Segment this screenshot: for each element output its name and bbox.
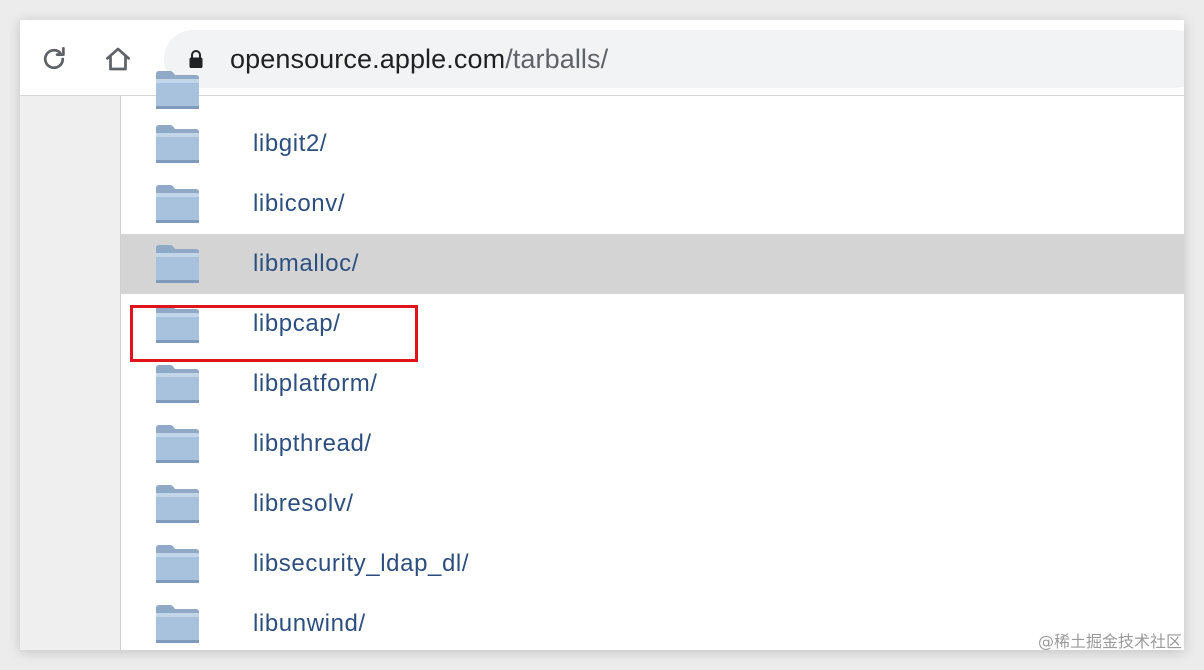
list-item[interactable]: libiconv/ xyxy=(121,174,1184,234)
folder-icon xyxy=(156,425,199,463)
list-item[interactable]: libresolv/ xyxy=(121,474,1184,534)
folder-link[interactable]: libsecurity_ldap_dl/ xyxy=(253,534,469,594)
directory-listing: libgit2/libiconv/libmalloc/libpcap/libpl… xyxy=(121,71,1184,650)
list-item-partial[interactable] xyxy=(121,60,1184,120)
folder-link[interactable]: libiconv/ xyxy=(253,174,345,234)
folder-link[interactable]: libplatform/ xyxy=(253,354,378,414)
folder-link[interactable]: libmalloc/ xyxy=(253,234,359,294)
folder-link[interactable]: libpcap/ xyxy=(253,294,341,354)
folder-icon xyxy=(156,485,199,523)
watermark: @稀土掘金技术社区 xyxy=(1037,632,1182,651)
folder-link[interactable]: libunwind/ xyxy=(253,594,366,650)
list-item[interactable]: libmalloc/ xyxy=(121,234,1184,294)
list-item[interactable]: libsecurity_ldap_dl/ xyxy=(121,534,1184,594)
folder-icon xyxy=(156,365,199,403)
page-content: libgit2/libiconv/libmalloc/libpcap/libpl… xyxy=(20,71,1184,650)
reload-button[interactable] xyxy=(35,40,73,78)
list-item[interactable]: libpcap/ xyxy=(121,294,1184,354)
folder-link[interactable]: libresolv/ xyxy=(253,474,354,534)
list-item[interactable]: libplatform/ xyxy=(121,354,1184,414)
browser-window: opensource.apple.com/tarballs/ libgit2/l… xyxy=(20,20,1184,650)
folder-link[interactable]: libpthread/ xyxy=(253,414,372,474)
folder-link[interactable]: libgit2/ xyxy=(253,114,327,174)
reload-icon xyxy=(43,47,65,70)
folder-icon xyxy=(156,125,199,163)
left-gutter xyxy=(20,96,121,650)
folder-icon xyxy=(156,305,199,343)
folder-icon xyxy=(156,71,199,109)
folder-icon xyxy=(156,605,199,643)
list-item[interactable]: libpthread/ xyxy=(121,414,1184,474)
list-item[interactable]: libunwind/ xyxy=(121,594,1184,650)
folder-icon xyxy=(156,245,199,283)
folder-icon xyxy=(156,185,199,223)
list-item[interactable]: libgit2/ xyxy=(121,114,1184,174)
folder-icon xyxy=(156,545,199,583)
